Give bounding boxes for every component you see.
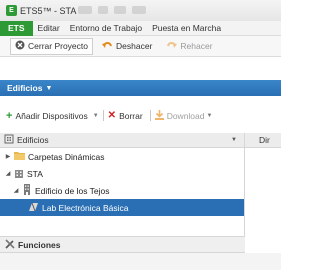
right-header-label: Dir <box>259 135 270 145</box>
delete-label: Borrar <box>119 110 143 121</box>
tree-item-label: Lab Electrónica Básica <box>42 202 129 213</box>
close-project-label: Cerrar Proyecto <box>28 41 88 51</box>
add-devices-button[interactable]: + Añadir Dispositivos <box>6 110 88 122</box>
delete-button[interactable]: ✕ Borrar <box>108 110 143 121</box>
collapse-arrow-icon[interactable]: ◢ <box>4 170 12 177</box>
tree-item-lab-electronica-basica[interactable]: Lab Electrónica Básica <box>0 199 244 216</box>
room-icon <box>28 202 39 214</box>
add-devices-dropdown-icon[interactable]: ▼ <box>93 113 99 119</box>
add-devices-label: Añadir Dispositivos <box>15 110 88 121</box>
expand-arrow-icon[interactable]: ▶ <box>4 153 12 160</box>
close-project-button[interactable]: Cerrar Proyecto <box>10 37 93 55</box>
action-bar: + Añadir Dispositivos ▼ ✕ Borrar Downloa… <box>0 106 281 125</box>
plus-icon: + <box>6 109 13 122</box>
bottom-area <box>0 253 281 270</box>
tree-item-sta[interactable]: ◢ STA <box>0 165 244 182</box>
floor-icon <box>22 184 32 197</box>
chevron-down-icon: ▼ <box>231 137 237 143</box>
undo-label: Deshacer <box>116 41 153 51</box>
menu-puesta-en-marcha[interactable]: Puesta en Marcha <box>147 23 226 33</box>
functions-section-header[interactable]: Funciones <box>0 236 245 253</box>
delete-x-icon: ✕ <box>107 110 117 121</box>
download-button[interactable]: Download ▼ <box>154 109 213 122</box>
redo-label: Rehacer <box>180 41 213 51</box>
menu-bar: ETS Editar Entorno de Trabajo Puesta en … <box>0 20 281 36</box>
tree-item-label: Edificio de los Tejos <box>35 185 110 196</box>
redo-icon <box>166 40 178 52</box>
tree-header-label: Edificios <box>17 135 49 145</box>
quick-access-icon[interactable] <box>98 6 108 14</box>
right-column-header[interactable]: Dir <box>245 133 281 148</box>
redo-button[interactable]: Rehacer <box>161 38 217 55</box>
download-icon <box>154 109 164 122</box>
close-project-icon <box>15 40 25 52</box>
folder-icon <box>14 151 25 162</box>
functions-label: Funciones <box>18 239 61 250</box>
toolbar-separator <box>102 110 104 121</box>
ets-app-icon: E <box>6 5 17 16</box>
quick-access-icon[interactable] <box>132 6 146 14</box>
download-label: Download <box>166 110 205 121</box>
chevron-down-icon: ▼ <box>45 84 53 92</box>
menu-entorno-de-trabajo[interactable]: Entorno de Trabajo <box>65 23 147 33</box>
details-area <box>245 148 281 270</box>
tools-icon <box>5 238 15 251</box>
tree-column-header[interactable]: Edificios ▼ <box>0 133 244 148</box>
undo-button[interactable]: Deshacer <box>97 38 157 55</box>
toolbar-separator <box>149 110 151 121</box>
undo-icon <box>102 40 113 52</box>
panel-title: Edificios <box>7 83 43 93</box>
window-title: ETS5™ - STA <box>20 5 77 16</box>
building-list-icon <box>4 134 14 146</box>
download-dropdown-icon: ▼ <box>206 112 213 119</box>
quick-access-icon[interactable] <box>78 6 92 14</box>
edificios-panel-dropdown[interactable]: Edificios ▼ <box>0 80 281 96</box>
title-bar: E ETS5™ - STA <box>0 0 281 21</box>
menu-editar[interactable]: Editar <box>33 23 65 33</box>
tree-item-edificio-de-los-tejos[interactable]: ◢ Edificio de los Tejos <box>0 182 244 199</box>
tree-item-label: Carpetas Dinámicas <box>28 151 105 162</box>
quick-access-icon[interactable] <box>114 6 126 14</box>
building-icon <box>14 168 24 180</box>
tree-item-label: STA <box>27 168 43 179</box>
menu-ets[interactable]: ETS <box>0 20 33 36</box>
tree-item-carpetas-dinamicas[interactable]: ▶ Carpetas Dinámicas <box>0 148 244 165</box>
main-toolbar: Cerrar Proyecto Deshacer Rehacer <box>0 36 281 57</box>
collapse-arrow-icon[interactable]: ◢ <box>12 187 20 194</box>
